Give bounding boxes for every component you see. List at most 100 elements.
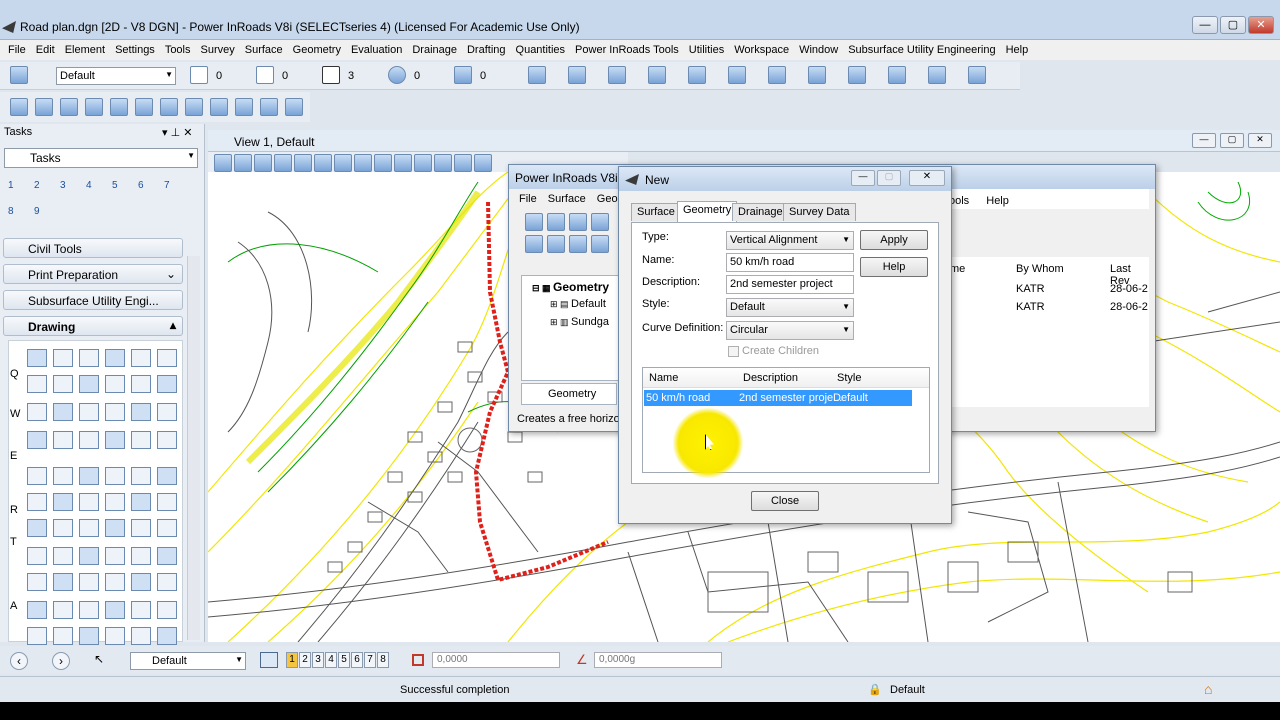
tool-icon-9[interactable] — [848, 66, 866, 84]
snap-icon-1[interactable] — [10, 98, 28, 116]
view-maximize-button[interactable]: ▢ — [1220, 133, 1244, 148]
drawing-tool-icon[interactable] — [157, 349, 177, 367]
tool-icon-11[interactable] — [928, 66, 946, 84]
tool-icon-2[interactable] — [568, 66, 586, 84]
drawing-tool-icon[interactable] — [157, 573, 177, 591]
tree-item-default[interactable]: ⊞ ▤ Default — [550, 298, 606, 310]
menu-drafting[interactable]: Drafting — [467, 44, 506, 56]
menu-survey[interactable]: Survey — [201, 44, 235, 56]
pin-icon[interactable]: ▾ ⊥ ✕ — [162, 126, 192, 139]
view-tool-icon-13[interactable] — [454, 154, 472, 172]
lock-icon[interactable]: 🔒 — [868, 683, 882, 696]
view-tool-icon-8[interactable] — [354, 154, 372, 172]
menu-power-inroads-tools[interactable]: Power InRoads Tools — [575, 44, 679, 56]
view-button-3[interactable]: 3 — [312, 652, 324, 668]
help-button[interactable]: Help — [860, 257, 928, 277]
view-button-1[interactable]: 1 — [286, 652, 298, 668]
menu-element[interactable]: Element — [65, 44, 105, 56]
view-number-6[interactable]: 6 — [138, 180, 144, 191]
inroads-tool-icon-4[interactable] — [591, 213, 609, 231]
inroads-tool-row2-icon-2[interactable] — [547, 235, 565, 253]
tree-root[interactable]: ⊟ ▦ Geometry — [532, 280, 609, 294]
inroads-tool-icon-2[interactable] — [547, 213, 565, 231]
view-number-5[interactable]: 5 — [112, 180, 118, 191]
menu-window[interactable]: Window — [799, 44, 838, 56]
drawing-tool-icon[interactable] — [105, 375, 125, 393]
dialog-close-action-button[interactable]: Close — [751, 491, 819, 511]
minimize-button[interactable]: — — [1192, 16, 1218, 34]
dialog-close-button[interactable]: ✕ — [909, 170, 945, 186]
drawing-tool-icon[interactable] — [79, 349, 99, 367]
view-tool-icon-11[interactable] — [414, 154, 432, 172]
snap-icon-2[interactable] — [35, 98, 53, 116]
menu-tools[interactable]: ools — [949, 195, 969, 207]
drawing-tool-icon[interactable] — [157, 547, 177, 565]
group-print-preparation[interactable]: Print Preparation ⌄ — [3, 264, 183, 284]
tool-icon-8[interactable] — [808, 66, 826, 84]
menu-surface[interactable]: Surface — [245, 44, 283, 56]
drawing-tool-icon[interactable] — [27, 627, 47, 645]
menu-subsurface-utility-engineering[interactable]: Subsurface Utility Engineering — [848, 44, 995, 56]
drawing-tool-icon[interactable] — [131, 493, 151, 511]
group-drawing[interactable]: Drawing ▴ — [3, 316, 183, 336]
drawing-tool-icon[interactable] — [27, 467, 47, 485]
menu-help[interactable]: Help — [986, 195, 1009, 207]
tab-drainage[interactable]: Drainage — [732, 203, 789, 221]
drawing-tool-icon[interactable] — [157, 493, 177, 511]
drawing-tool-icon[interactable] — [105, 349, 125, 367]
tree-expand-icon[interactable]: ⊞ ▤ — [550, 299, 571, 309]
view-tool-icon-9[interactable] — [374, 154, 392, 172]
view-tool-icon-10[interactable] — [394, 154, 412, 172]
drawing-tool-icon[interactable] — [27, 493, 47, 511]
view-button-5[interactable]: 5 — [338, 652, 350, 668]
tree-item-sundga[interactable]: ⊞ ▥ Sundga — [550, 316, 609, 328]
view-number-8[interactable]: 8 — [8, 206, 14, 217]
view-number-7[interactable]: 7 — [164, 180, 170, 191]
drawing-tool-icon[interactable] — [79, 403, 99, 421]
snap-icon-3[interactable] — [60, 98, 78, 116]
inroads-menu-file[interactable]: File — [519, 193, 537, 205]
drawing-tool-icon[interactable] — [131, 375, 151, 393]
menu-file[interactable]: File — [8, 44, 26, 56]
drawing-tool-icon[interactable] — [79, 627, 99, 645]
inroads-tool-row2-icon-1[interactable] — [525, 235, 543, 253]
menu-geometry[interactable]: Geometry — [293, 44, 341, 56]
drawing-tool-icon[interactable] — [79, 375, 99, 393]
view-button-6[interactable]: 6 — [351, 652, 363, 668]
drawing-tool-icon[interactable] — [27, 375, 47, 393]
view-number-3[interactable]: 3 — [60, 180, 66, 191]
home-icon[interactable]: ⌂ — [1204, 681, 1212, 697]
drawing-tool-icon[interactable] — [157, 403, 177, 421]
drawing-tool-icon[interactable] — [157, 519, 177, 537]
snap-icon-5[interactable] — [110, 98, 128, 116]
views-icon[interactable] — [260, 652, 278, 668]
drawing-tool-icon[interactable] — [27, 403, 47, 421]
tool-icon-4[interactable] — [648, 66, 666, 84]
drawing-tool-icon[interactable] — [53, 601, 73, 619]
drawing-tool-icon[interactable] — [79, 431, 99, 449]
drawing-tool-icon[interactable] — [131, 627, 151, 645]
scrollbar[interactable] — [187, 256, 200, 640]
inroads-tool-row2-icon-3[interactable] — [569, 235, 587, 253]
curve-definition-select[interactable]: Circular ▼ — [726, 321, 854, 340]
tool-icon-3[interactable] — [608, 66, 626, 84]
list-col-style[interactable]: Style — [837, 372, 861, 384]
menu-tools[interactable]: Tools — [165, 44, 191, 56]
drawing-tool-icon[interactable] — [53, 403, 73, 421]
drawing-tool-icon[interactable] — [131, 519, 151, 537]
menu-edit[interactable]: Edit — [36, 44, 55, 56]
forward-icon[interactable]: › — [52, 652, 70, 670]
drawing-tool-icon[interactable] — [53, 573, 73, 591]
drawing-tool-icon[interactable] — [27, 519, 47, 537]
snap-icon-9[interactable] — [210, 98, 228, 116]
name-input[interactable]: 50 km/h road — [726, 253, 854, 272]
menu-help[interactable]: Help — [1006, 44, 1029, 56]
drawing-tool-icon[interactable] — [27, 431, 47, 449]
snap-icon-12[interactable] — [285, 98, 303, 116]
apply-button[interactable]: Apply — [860, 230, 928, 250]
view-tool-icon-14[interactable] — [474, 154, 492, 172]
tab-survey-data[interactable]: Survey Data — [783, 203, 856, 221]
snap-icon-4[interactable] — [85, 98, 103, 116]
inroads-tool-row2-icon-4[interactable] — [591, 235, 609, 253]
view-number-1[interactable]: 1 — [8, 180, 14, 191]
